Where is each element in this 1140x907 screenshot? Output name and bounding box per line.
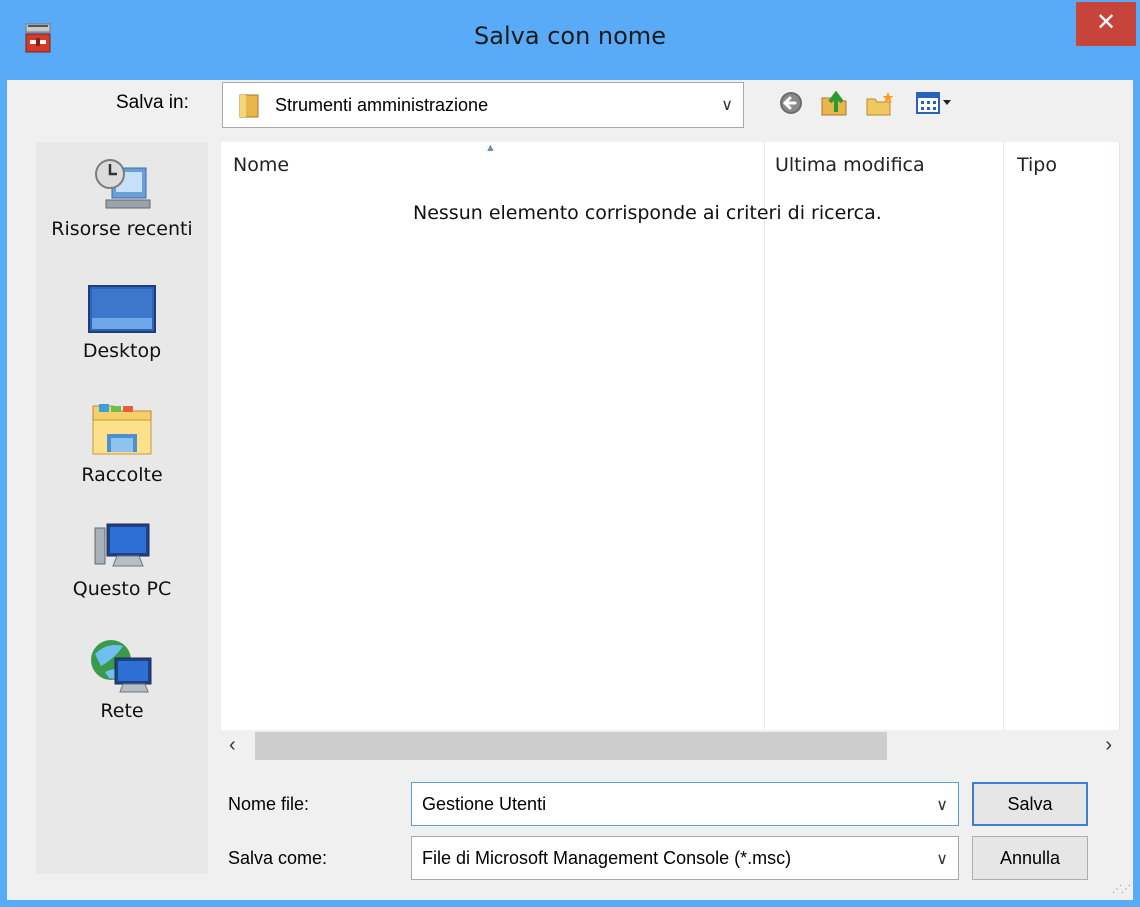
up-folder-icon[interactable] xyxy=(818,88,850,118)
places-bar: Risorse recenti Desktop Raccolte Questo … xyxy=(36,142,208,874)
filename-label: Nome file: xyxy=(228,794,310,814)
filetype-label: Salva come: xyxy=(228,848,328,868)
new-folder-icon[interactable] xyxy=(864,88,896,118)
filename-input[interactable]: Gestione Utenti ∨ xyxy=(411,782,959,826)
scrollbar-thumb[interactable] xyxy=(255,732,887,760)
desktop-icon xyxy=(88,285,156,333)
place-label-desktop: Desktop xyxy=(82,340,162,362)
file-list[interactable]: ▲ Nome Ultima modifica Tipo Nessun eleme… xyxy=(221,142,1120,730)
chevron-down-icon: ∨ xyxy=(936,851,948,868)
scroll-left-icon[interactable]: ‹ xyxy=(229,734,236,757)
folder-icon xyxy=(239,94,259,118)
filetype-value: File di Microsoft Management Console (*.… xyxy=(422,848,792,868)
window-title: Salva con nome xyxy=(474,22,666,50)
empty-list-message: Nessun elemento corrisponde ai criteri d… xyxy=(413,202,882,224)
resize-grip-icon[interactable]: ⋰⋰ xyxy=(1112,884,1131,895)
place-label-network: Rete xyxy=(100,700,144,722)
column-header-name[interactable]: Nome xyxy=(233,142,289,188)
network-icon xyxy=(91,640,152,693)
filename-value: Gestione Utenti xyxy=(422,794,547,814)
libraries-icon xyxy=(92,404,152,455)
save-in-label: Salva in: xyxy=(116,92,189,113)
save-as-dialog: Salva con nome ✕ Salva in: Strumenti amm… xyxy=(0,0,1140,907)
place-recent[interactable]: Risorse recenti xyxy=(36,154,208,240)
place-label-libraries: Raccolte xyxy=(81,464,163,486)
place-this-pc[interactable]: Questo PC xyxy=(36,518,208,600)
place-libraries[interactable]: Raccolte xyxy=(36,398,208,486)
place-label-this-pc: Questo PC xyxy=(72,578,172,600)
view-menu-icon[interactable] xyxy=(914,88,962,118)
chevron-down-icon[interactable]: ∨ xyxy=(936,795,948,815)
scroll-right-icon[interactable]: › xyxy=(1105,734,1112,757)
chevron-down-icon: ∨ xyxy=(721,97,733,114)
place-desktop[interactable]: Desktop xyxy=(36,282,208,362)
close-icon: ✕ xyxy=(1095,9,1117,36)
column-header-type[interactable]: Tipo xyxy=(1017,142,1057,188)
save-button[interactable]: Salva xyxy=(972,782,1088,826)
place-network[interactable]: Rete xyxy=(36,636,208,722)
save-in-dropdown[interactable]: Strumenti amministrazione ∨ xyxy=(222,82,744,128)
title-bar[interactable]: Salva con nome ✕ xyxy=(0,0,1140,80)
this-pc-icon xyxy=(94,523,150,567)
column-divider[interactable] xyxy=(764,142,765,730)
filetype-dropdown[interactable]: File di Microsoft Management Console (*.… xyxy=(411,836,959,880)
back-icon[interactable] xyxy=(776,88,808,118)
column-header-modified[interactable]: Ultima modifica xyxy=(775,142,925,188)
recent-places-icon xyxy=(95,159,151,209)
close-button[interactable]: ✕ xyxy=(1076,2,1136,46)
horizontal-scrollbar[interactable]: ‹ › xyxy=(221,730,1120,762)
cancel-button[interactable]: Annulla xyxy=(972,836,1088,880)
place-label-recent: Risorse recenti xyxy=(51,218,193,240)
save-in-value: Strumenti amministrazione xyxy=(275,95,489,115)
column-divider[interactable] xyxy=(1003,142,1004,730)
sort-ascending-icon: ▲ xyxy=(485,142,496,154)
